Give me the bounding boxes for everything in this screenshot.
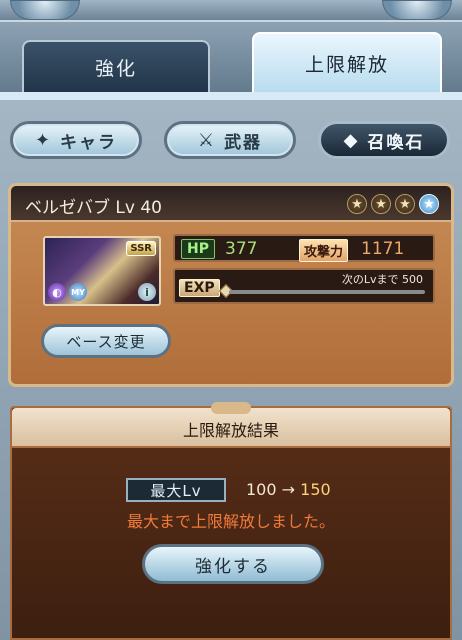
exp-label: EXP — [179, 279, 220, 297]
tab-enhance[interactable]: 強化 — [22, 40, 210, 92]
level-to: 150 — [300, 480, 331, 499]
rarity-badge: SSR — [126, 241, 156, 256]
dark-element-icon: ◐ — [48, 283, 66, 301]
blue-star-icon: ★ — [419, 194, 439, 214]
uncap-result-panel: 上限解放結果 最大Lv 100 → 150 最大まで上限解放しました。 強化する — [10, 402, 452, 640]
result-ornament — [211, 402, 251, 414]
tab-uncap[interactable]: 上限解放 — [252, 32, 442, 92]
exp-row: EXP 次のLvまで 500 — [173, 268, 435, 304]
arrow: → — [281, 480, 296, 499]
info-icon[interactable]: i — [138, 283, 156, 301]
ornament-left — [10, 0, 80, 20]
attack-value: 1171 — [361, 239, 405, 259]
crystal-icon: ◆ — [343, 129, 360, 151]
character-card: ベルゼバブ Lv 40 ★ ★ ★ ★ SSR ◐ MY i HP 377 攻撃… — [8, 183, 454, 387]
enhance-button[interactable]: 強化する — [142, 544, 324, 584]
level-change: 100 → 150 — [246, 480, 331, 499]
category-summon-label: 召喚石 — [367, 132, 425, 153]
hp-label: HP — [181, 239, 215, 259]
character-portrait[interactable]: SSR ◐ MY i — [43, 236, 161, 306]
uncap-stars: ★ ★ ★ ★ — [347, 194, 439, 214]
tab-bar: 強化 上限解放 — [0, 22, 462, 96]
category-character-button[interactable]: ✦ キャラ — [10, 121, 142, 159]
result-title: 上限解放結果 — [182, 421, 279, 440]
exp-next-label: 次のLvまで — [341, 273, 399, 286]
ornament-right — [382, 0, 452, 20]
category-summon-button[interactable]: ◆ 召喚石 — [318, 121, 450, 159]
star-icon: ★ — [347, 194, 367, 214]
exp-bar — [229, 290, 425, 294]
stat-row: HP 377 攻撃力 1171 — [173, 234, 435, 262]
tab-underline — [0, 92, 462, 100]
character-name: ベルゼバブ — [25, 198, 110, 218]
star-icon: ★ — [395, 194, 415, 214]
top-ornament-bar — [0, 0, 462, 22]
result-message: 最大まで上限解放しました。 — [126, 512, 335, 531]
category-weapon-button[interactable]: ⚔ 武器 — [164, 121, 296, 159]
character-icon: ✦ — [34, 129, 53, 151]
character-name-line: ベルゼバブ Lv 40 — [25, 193, 162, 218]
star-icon: ★ — [371, 194, 391, 214]
base-change-button[interactable]: ベース変更 — [41, 324, 171, 358]
result-header: 上限解放結果 — [12, 402, 450, 448]
category-weapon-label: 武器 — [224, 132, 263, 153]
level-from: 100 — [246, 480, 277, 499]
exp-next-value: 500 — [402, 273, 423, 286]
hp-value: 377 — [225, 239, 258, 259]
exp-next-text: 次のLvまで 500 — [342, 271, 423, 287]
category-character-label: キャラ — [60, 132, 118, 153]
max-level-label: 最大Lv — [126, 478, 226, 502]
my-badge: MY — [69, 283, 87, 301]
character-header: ベルゼバブ Lv 40 ★ ★ ★ ★ — [11, 186, 451, 222]
character-level: Lv 40 — [115, 198, 162, 218]
attack-label: 攻撃力 — [299, 239, 349, 262]
swords-icon: ⚔ — [197, 129, 217, 151]
